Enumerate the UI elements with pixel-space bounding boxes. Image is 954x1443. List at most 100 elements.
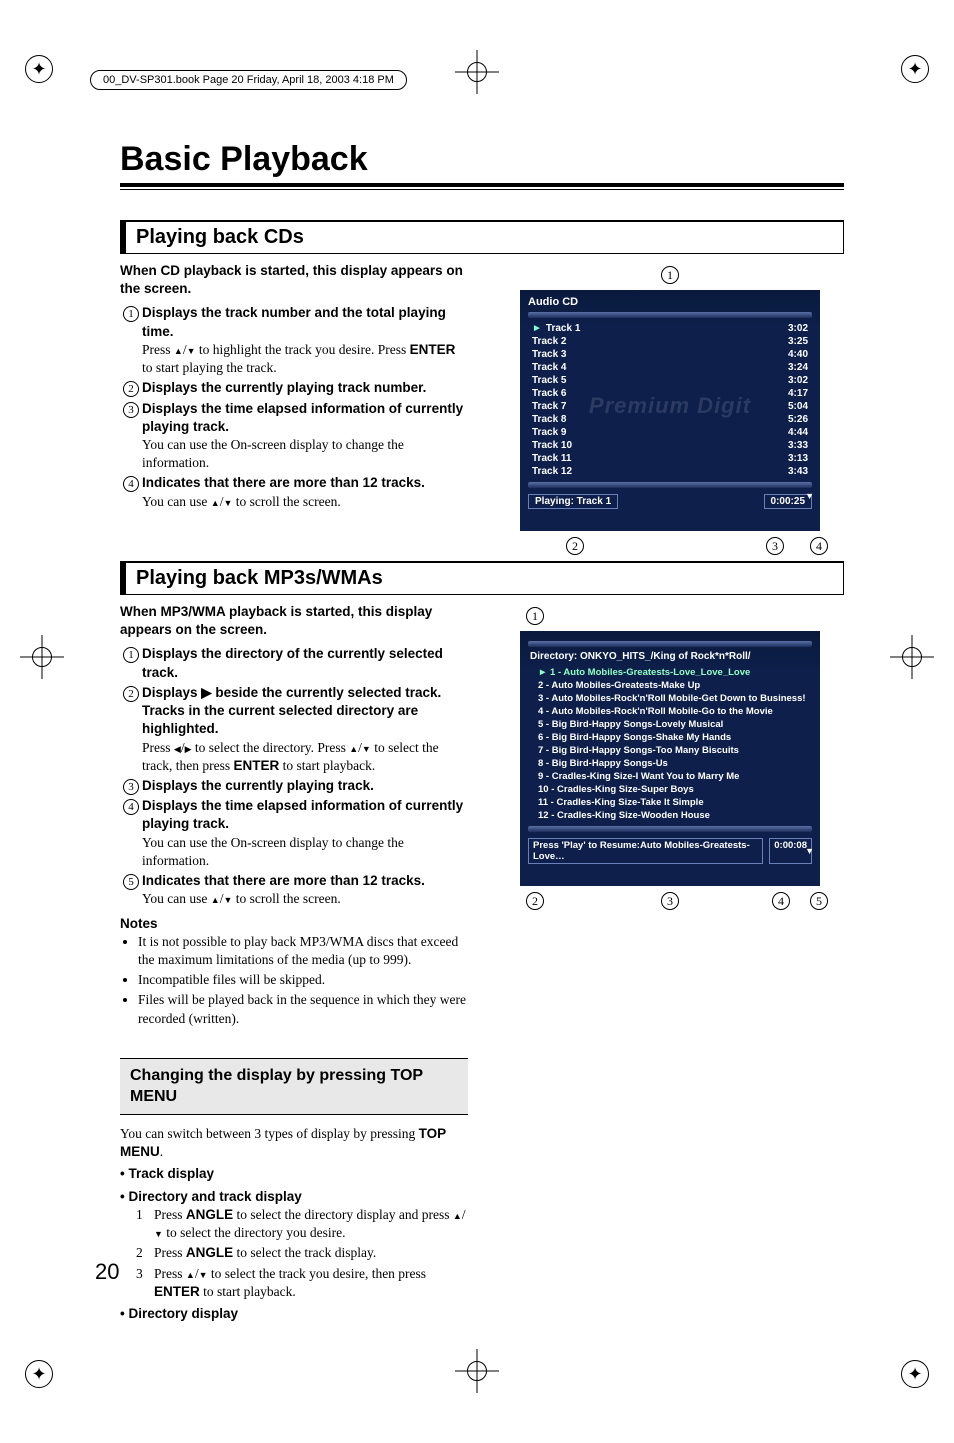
step-item: 3 Press ▲/▼ to select the track you desi… bbox=[136, 1265, 468, 1301]
bullet-dir-track-display: • Directory and track display bbox=[120, 1188, 468, 1206]
callout-1: 1 bbox=[526, 607, 544, 625]
bullet-track-display: • Track display bbox=[120, 1165, 468, 1183]
rule bbox=[120, 183, 844, 187]
callout-3: 3 bbox=[661, 892, 679, 910]
mp3-track-row: ► 1 - Auto Mobiles-Greatests-Love_Love_L… bbox=[528, 666, 812, 679]
subsection-heading-change: Changing the display by pressing TOP MEN… bbox=[120, 1058, 468, 1115]
item-sub: You can use ▲/▼ to scroll the screen. bbox=[142, 890, 468, 908]
page-number: 20 bbox=[95, 1259, 119, 1285]
item-number: 2 bbox=[123, 381, 139, 397]
rule bbox=[120, 189, 844, 190]
bullet-dir-display: • Directory display bbox=[120, 1305, 468, 1323]
cd-track-row: Track 34:40 bbox=[528, 348, 812, 361]
divider bbox=[528, 482, 812, 488]
play-arrow-icon: ▶ bbox=[201, 685, 211, 700]
item-number: 1 bbox=[123, 306, 139, 322]
callout-2: 2 bbox=[566, 537, 584, 555]
list-item: 5 Indicates that there are more than 12 … bbox=[120, 872, 468, 908]
notes-list: It is not possible to play back MP3/WMA … bbox=[120, 933, 468, 1028]
page-title: Basic Playback bbox=[120, 140, 844, 181]
page-header-strip: 00_DV-SP301.book Page 20 Friday, April 1… bbox=[90, 70, 407, 90]
mp3-intro: When MP3/WMA playback is started, this d… bbox=[120, 603, 468, 639]
cd-screen: Audio CD ►Track 13:02Track 23:25Track 34… bbox=[520, 290, 820, 531]
mp3-track-row: 2 - Auto Mobiles-Greatests-Make Up bbox=[528, 679, 812, 692]
mp3-track-row: 6 - Big Bird-Happy Songs-Shake My Hands bbox=[528, 731, 812, 744]
crosshair-icon bbox=[455, 1349, 499, 1393]
mp3-track-row: 5 - Big Bird-Happy Songs-Lovely Musical bbox=[528, 718, 812, 731]
registration-mark-icon: ✦ bbox=[901, 1360, 929, 1388]
item-number: 4 bbox=[123, 799, 139, 815]
mp3-track-row: 7 - Big Bird-Happy Songs-Too Many Biscui… bbox=[528, 744, 812, 757]
mp3-screenshot-wrap: 1 Directory: ONKYO_HITS_/King of Rock*n*… bbox=[496, 631, 844, 886]
divider bbox=[528, 641, 812, 647]
mp3-track-row: 8 - Big Bird-Happy Songs-Us bbox=[528, 757, 812, 770]
item-number: 3 bbox=[123, 402, 139, 418]
callout-4: 4 bbox=[810, 537, 828, 555]
item-main: Displays the time elapsed information of… bbox=[142, 797, 468, 833]
cd-playing-box: Playing: Track 1 bbox=[528, 494, 618, 509]
mp3-track-row: 11 - Cradles-King Size-Take It Simple bbox=[528, 796, 812, 809]
watermark: Premium Digit bbox=[589, 393, 751, 419]
list-item: 3 Displays the time elapsed information … bbox=[120, 400, 468, 473]
divider bbox=[528, 826, 812, 832]
cd-intro: When CD playback is started, this displa… bbox=[120, 262, 468, 298]
mp3-screen: Directory: ONKYO_HITS_/King of Rock*n*Ro… bbox=[520, 631, 820, 886]
scroll-down-icon: ▼ bbox=[805, 491, 814, 501]
crosshair-icon bbox=[455, 50, 499, 94]
item-sub: You can use ▲/▼ to scroll the screen. bbox=[142, 493, 468, 511]
list-item: 4 Displays the time elapsed information … bbox=[120, 797, 468, 870]
list-item: 2 Displays ▶ beside the currently select… bbox=[120, 684, 468, 775]
cd-track-row: Track 53:02 bbox=[528, 374, 812, 387]
mp3-track-row: 3 - Auto Mobiles-Rock'n'Roll Mobile-Get … bbox=[528, 692, 812, 705]
item-main: Indicates that there are more than 12 tr… bbox=[142, 474, 468, 492]
list-item: 1 Displays the track number and the tota… bbox=[120, 304, 468, 377]
item-number: 2 bbox=[123, 686, 139, 702]
callout-1: 1 bbox=[661, 266, 679, 284]
registration-mark-icon: ✦ bbox=[901, 55, 929, 83]
cd-track-row: Track 43:24 bbox=[528, 361, 812, 374]
list-item: 1 Displays the directory of the currentl… bbox=[120, 645, 468, 681]
item-main: Displays ▶ beside the currently selected… bbox=[142, 684, 468, 739]
item-number: 3 bbox=[123, 779, 139, 795]
cd-track-row: Track 23:25 bbox=[528, 335, 812, 348]
item-number: 1 bbox=[123, 647, 139, 663]
section-heading-cd: Playing back CDs bbox=[120, 220, 844, 254]
note-item: Files will be played back in the sequenc… bbox=[138, 991, 468, 1027]
crosshair-icon bbox=[20, 635, 64, 679]
mp3-track-row: 12 - Cradles-King Size-Wooden House bbox=[528, 809, 812, 822]
list-item: 2 Displays the currently playing track n… bbox=[120, 379, 468, 397]
registration-mark-icon: ✦ bbox=[25, 1360, 53, 1388]
callout-5: 5 bbox=[810, 892, 828, 910]
item-main: Displays the currently playing track. bbox=[142, 777, 468, 795]
cd-screen-header: Audio CD bbox=[528, 296, 812, 308]
item-sub: You can use the On-screen display to cha… bbox=[142, 834, 468, 870]
cd-screenshot-wrap: 1 Audio CD ►Track 13:02Track 23:25Track … bbox=[496, 290, 844, 531]
registration-mark-icon: ✦ bbox=[25, 55, 53, 83]
notes-heading: Notes bbox=[120, 915, 468, 933]
item-sub: Press ▲/▼ to highlight the track you des… bbox=[142, 341, 468, 377]
note-item: It is not possible to play back MP3/WMA … bbox=[138, 933, 468, 969]
item-main: Indicates that there are more than 12 tr… bbox=[142, 872, 468, 890]
step-item: 2 Press ANGLE to select the track displa… bbox=[136, 1244, 468, 1262]
mp3-directory: Directory: ONKYO_HITS_/King of Rock*n*Ro… bbox=[528, 651, 812, 662]
section-heading-mp3: Playing back MP3s/WMAs bbox=[120, 561, 844, 595]
mp3-track-row: 10 - Cradles-King Size-Super Boys bbox=[528, 783, 812, 796]
cd-track-row: ►Track 13:02 bbox=[528, 322, 812, 335]
mp3-track-row: 9 - Cradles-King Size-I Want You to Marr… bbox=[528, 770, 812, 783]
callout-2: 2 bbox=[526, 892, 544, 910]
step-item: 1 Press ANGLE to select the directory di… bbox=[136, 1206, 468, 1242]
cd-track-row: Track 94:44 bbox=[528, 426, 812, 439]
item-sub: Press ◀/▶ to select the directory. Press… bbox=[142, 739, 468, 775]
mp3-track-row: 4 - Auto Mobiles-Rock'n'Roll Mobile-Go t… bbox=[528, 705, 812, 718]
item-main: Displays the currently playing track num… bbox=[142, 379, 468, 397]
callout-3: 3 bbox=[766, 537, 784, 555]
mp3-status-box: Press 'Play' to Resume:Auto Mobiles-Grea… bbox=[528, 838, 763, 864]
crosshair-icon bbox=[890, 635, 934, 679]
item-main: Displays the time elapsed information of… bbox=[142, 400, 468, 436]
cd-track-row: Track 113:13 bbox=[528, 452, 812, 465]
item-sub: You can use the On-screen display to cha… bbox=[142, 436, 468, 472]
scroll-down-icon: ▼ bbox=[805, 846, 814, 856]
change-intro: You can switch between 3 types of displa… bbox=[120, 1126, 419, 1141]
cd-track-row: Track 123:43 bbox=[528, 465, 812, 478]
list-item: 3 Displays the currently playing track. bbox=[120, 777, 468, 795]
